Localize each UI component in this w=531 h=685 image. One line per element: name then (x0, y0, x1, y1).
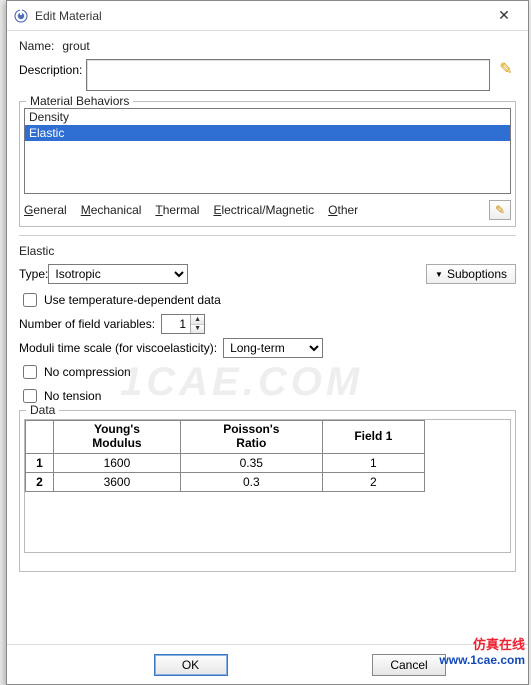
data-group: Data Young'sModulus Poisson'sRatio Field… (19, 410, 516, 572)
material-behaviors-label: Material Behaviors (26, 94, 133, 108)
window-title: Edit Material (35, 9, 482, 23)
edit-material-window: Edit Material ✕ Name: grout Description:… (6, 0, 529, 685)
behavior-item-elastic[interactable]: Elastic (25, 125, 510, 141)
behaviors-list[interactable]: Density Elastic (24, 108, 511, 194)
cell[interactable]: 0.35 (180, 453, 322, 472)
triangle-up-icon: ▲ (194, 316, 201, 323)
type-label: Type: (19, 267, 48, 281)
name-label: Name: (19, 39, 54, 53)
no-compression-label: No compression (44, 365, 131, 379)
use-temp-checkbox[interactable] (23, 293, 37, 307)
button-bar: OK Cancel (7, 644, 528, 684)
data-table[interactable]: Young'sModulus Poisson'sRatio Field 1 1 … (25, 420, 425, 492)
cancel-button[interactable]: Cancel (372, 654, 446, 676)
use-temp-row: Use temperature-dependent data (19, 290, 516, 310)
no-tension-label: No tension (44, 389, 101, 403)
content-area: Name: grout Description: ✎ Material Beha… (7, 31, 528, 644)
menu-electrical[interactable]: Electrical/Magnetic (213, 203, 314, 217)
suboptions-button[interactable]: ▼ Suboptions (426, 264, 516, 284)
no-tension-checkbox[interactable] (23, 389, 37, 403)
no-compression-row: No compression (19, 362, 516, 382)
name-value: grout (62, 39, 89, 53)
col-field1: Field 1 (322, 421, 424, 454)
separator (19, 235, 516, 236)
menu-general[interactable]: General (24, 203, 67, 217)
moduli-label: Moduli time scale (for viscoelasticity): (19, 341, 217, 355)
table-row[interactable]: 2 3600 0.3 2 (26, 472, 425, 491)
cell[interactable]: 3600 (54, 472, 181, 491)
no-compression-checkbox[interactable] (23, 365, 37, 379)
col-poisson: Poisson'sRatio (180, 421, 322, 454)
col-youngs: Young'sModulus (54, 421, 181, 454)
nfv-down[interactable]: ▼ (191, 325, 204, 334)
triangle-down-icon: ▼ (194, 325, 201, 332)
behavior-item-density[interactable]: Density (25, 109, 510, 125)
corner-cell (26, 421, 54, 454)
cell[interactable]: 2 (322, 472, 424, 491)
pencil-icon: ✎ (499, 59, 512, 79)
triangle-down-icon: ▼ (435, 270, 443, 279)
row-number: 1 (26, 453, 54, 472)
moduli-select[interactable]: Long-term (223, 338, 323, 358)
menu-thermal[interactable]: Thermal (155, 203, 199, 217)
delete-behavior-button[interactable]: ✎ (489, 200, 511, 220)
data-table-wrap: Young'sModulus Poisson'sRatio Field 1 1 … (24, 419, 511, 553)
ok-button[interactable]: OK (154, 654, 228, 676)
cell[interactable]: 1 (322, 453, 424, 472)
menu-mechanical[interactable]: Mechanical (81, 203, 142, 217)
moduli-row: Moduli time scale (for viscoelasticity):… (19, 338, 516, 358)
data-group-label: Data (26, 403, 59, 417)
behaviors-menu: General Mechanical Thermal Electrical/Ma… (24, 194, 511, 222)
material-behaviors-group: Material Behaviors Density Elastic Gener… (19, 101, 516, 227)
nfv-row: Number of field variables: ▲ ▼ (19, 314, 516, 334)
row-number: 2 (26, 472, 54, 491)
pencil-icon: ✎ (495, 203, 505, 217)
use-temp-label: Use temperature-dependent data (44, 293, 221, 307)
close-icon: ✕ (498, 7, 510, 24)
type-select[interactable]: Isotropic (48, 264, 188, 284)
cell[interactable]: 0.3 (180, 472, 322, 491)
cell[interactable]: 1600 (54, 453, 181, 472)
nfv-up[interactable]: ▲ (191, 315, 204, 325)
nfv-input[interactable] (162, 315, 190, 333)
description-row: Description: ✎ (19, 59, 516, 91)
elastic-section-title: Elastic (19, 244, 516, 258)
close-button[interactable]: ✕ (482, 2, 526, 30)
name-row: Name: grout (19, 39, 516, 53)
titlebar: Edit Material ✕ (7, 1, 528, 31)
app-icon (13, 8, 29, 24)
description-input[interactable] (86, 59, 490, 91)
suboptions-label: Suboptions (447, 267, 507, 281)
nfv-label: Number of field variables: (19, 317, 155, 331)
menu-other[interactable]: Other (328, 203, 358, 217)
nfv-spinner[interactable]: ▲ ▼ (161, 314, 205, 334)
description-label: Description: (19, 63, 82, 77)
table-header-row: Young'sModulus Poisson'sRatio Field 1 (26, 421, 425, 454)
table-row[interactable]: 1 1600 0.35 1 (26, 453, 425, 472)
type-row: Type: Isotropic ▼ Suboptions (19, 264, 516, 284)
edit-description-button[interactable]: ✎ (496, 59, 516, 79)
no-tension-row: No tension (19, 386, 516, 406)
